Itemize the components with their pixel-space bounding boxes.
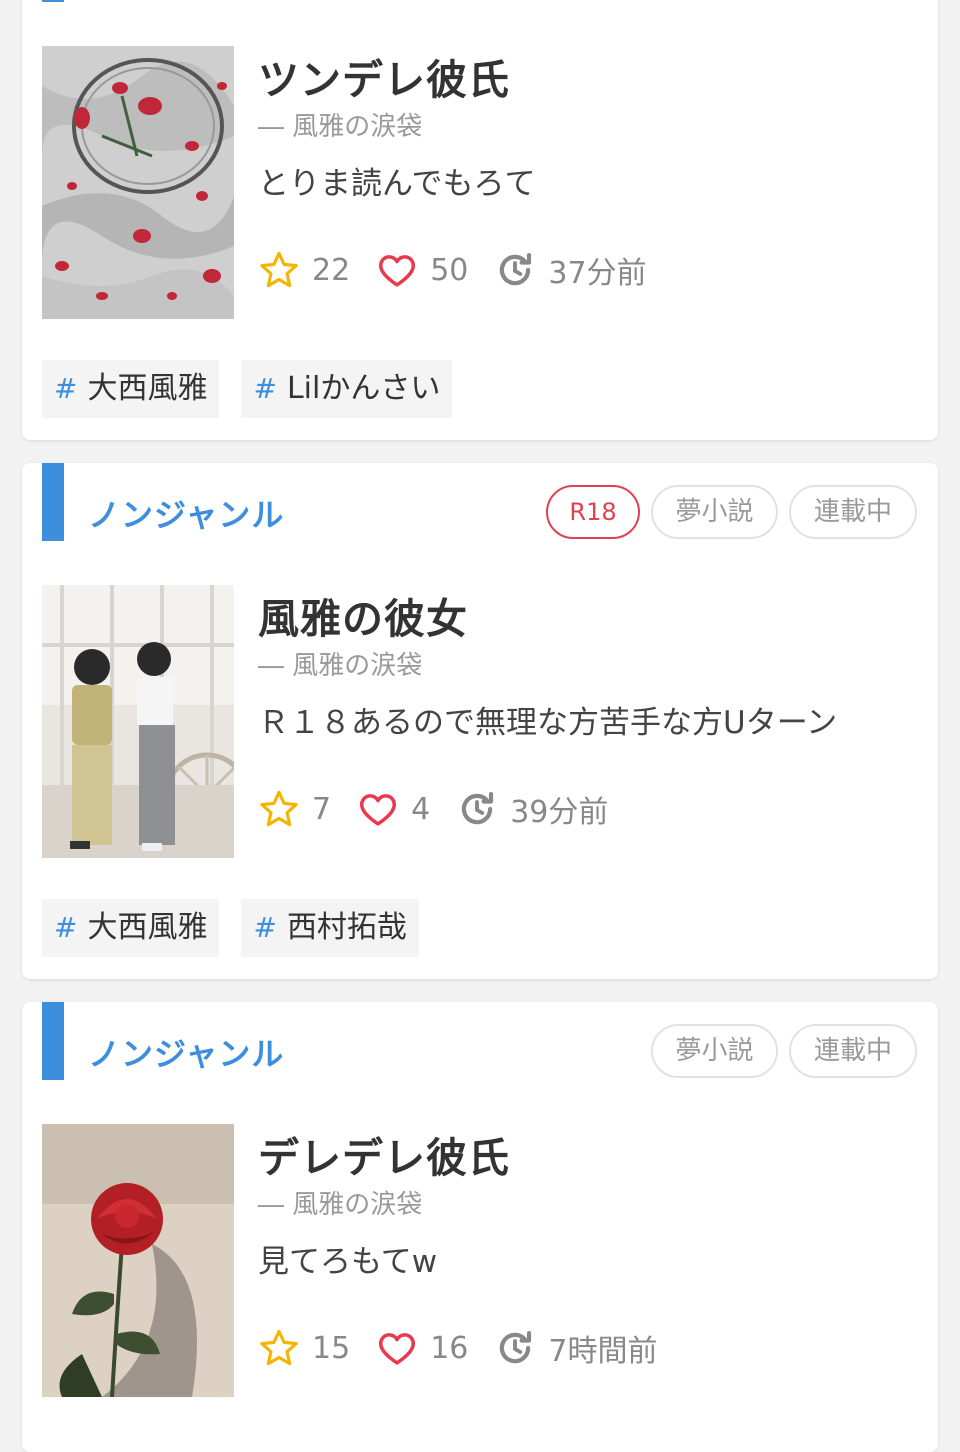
novel-card[interactable]: ノンジャンル 夢小説 連載中 デレデレ彼氏 ― 風雅の涙袋 見てろもてw 15 …	[22, 1002, 938, 1452]
refresh-clock-icon	[461, 792, 494, 825]
tag-chip[interactable]: # Lilかんさい	[241, 360, 453, 418]
genre-accent-bar	[42, 0, 64, 2]
novel-card[interactable]: ノンジャンル R18 夢小説 連載中 風雅の彼女 ― 風雅の涙袋 Ｒ１８あるので…	[22, 463, 938, 979]
dream-novel-badge: 夢小説	[651, 1024, 778, 1078]
updated-time: 7時間前	[548, 1334, 658, 1369]
hash-icon: #	[253, 372, 277, 405]
dream-novel-badge: 夢小説	[651, 485, 778, 539]
r18-badge: R18	[546, 485, 640, 539]
serializing-badge: 連載中	[789, 485, 917, 539]
like-count: 4	[411, 791, 431, 827]
stats-row: 22 50 37分前	[258, 248, 673, 292]
stats-row: 15 16 7時間前	[258, 1326, 683, 1370]
hash-icon: #	[54, 372, 78, 405]
tag-list: # 大西風雅 # 西村拓哉	[42, 899, 419, 957]
hash-icon: #	[54, 911, 78, 944]
author-name[interactable]: ― 風雅の涙袋	[258, 1184, 422, 1221]
author-name[interactable]: ― 風雅の涙袋	[258, 106, 422, 143]
hash-icon: #	[253, 911, 277, 944]
heart-icon	[379, 255, 416, 287]
tag-label: 大西風雅	[87, 910, 208, 945]
tag-chip[interactable]: # 西村拓哉	[241, 899, 419, 957]
tag-chip[interactable]: # 大西風雅	[42, 899, 220, 957]
updated-time: 39分前	[510, 795, 609, 830]
novel-title[interactable]: ツンデレ彼氏	[258, 46, 510, 106]
star-count: 15	[312, 1330, 351, 1366]
novel-title[interactable]: デレデレ彼氏	[258, 1124, 510, 1184]
author-name[interactable]: ― 風雅の涙袋	[258, 645, 422, 682]
heart-icon	[379, 1333, 416, 1365]
heart-icon	[360, 794, 397, 826]
novel-card[interactable]: ツンデレ彼氏 ― 風雅の涙袋 とりま読んでもろて 22 50 37分前 # 大西…	[22, 0, 938, 440]
novel-description: Ｒ１８あるので無理な方苦手な方Uターン	[258, 705, 838, 741]
novel-description: 見てろもてw	[258, 1244, 438, 1280]
like-count: 16	[430, 1330, 469, 1366]
cover-image[interactable]	[42, 46, 234, 319]
star-icon	[260, 790, 298, 827]
star-icon	[260, 251, 298, 288]
tag-label: 大西風雅	[87, 371, 208, 406]
star-count: 7	[312, 791, 332, 827]
tag-list: # 大西風雅 # Lilかんさい	[42, 360, 453, 418]
updated-time: 37分前	[548, 256, 647, 291]
refresh-clock-icon	[500, 1331, 532, 1364]
serializing-badge: 連載中	[789, 1024, 917, 1078]
like-count: 50	[430, 252, 469, 288]
tag-label: 西村拓哉	[286, 910, 407, 945]
star-icon	[260, 1329, 298, 1366]
stats-row: 7 4 39分前	[258, 787, 634, 831]
star-count: 22	[312, 252, 351, 288]
cover-image[interactable]	[42, 585, 234, 858]
novel-title[interactable]: 風雅の彼女	[258, 585, 468, 645]
refresh-clock-icon	[500, 253, 532, 286]
tag-chip[interactable]: # 大西風雅	[42, 360, 220, 418]
genre-accent-bar	[42, 1002, 64, 1080]
novel-description: とりま読んでもろて	[258, 166, 536, 202]
genre-label[interactable]: ノンジャンル	[88, 1029, 284, 1075]
cover-image[interactable]	[42, 1124, 234, 1397]
tag-label: Lilかんさい	[286, 371, 441, 406]
genre-label[interactable]: ノンジャンル	[88, 490, 284, 536]
genre-accent-bar	[42, 463, 64, 541]
